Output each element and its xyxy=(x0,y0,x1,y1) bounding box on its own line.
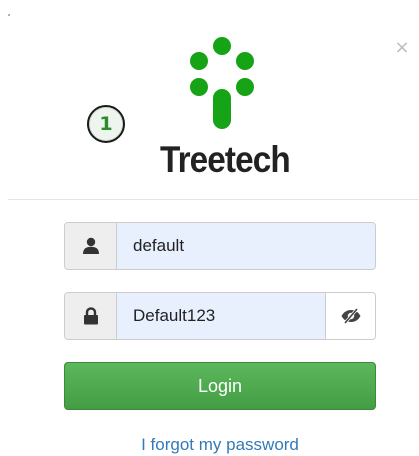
username-input[interactable] xyxy=(117,223,375,269)
corner-dot xyxy=(8,14,10,16)
step-number-badge: 1 xyxy=(87,105,125,143)
eye-slash-icon[interactable] xyxy=(325,293,375,339)
password-field-group xyxy=(64,292,376,340)
brand-name: Treetech xyxy=(160,139,291,180)
lock-icon xyxy=(65,293,117,339)
close-icon[interactable]: × xyxy=(394,39,410,57)
header-divider xyxy=(8,199,419,200)
password-input[interactable] xyxy=(117,293,325,339)
user-icon xyxy=(65,223,117,269)
forgot-password-link[interactable]: I forgot my password xyxy=(0,434,419,456)
login-button[interactable]: Login xyxy=(64,362,376,410)
treetech-logo-icon xyxy=(186,36,258,132)
username-field-group xyxy=(64,222,376,270)
